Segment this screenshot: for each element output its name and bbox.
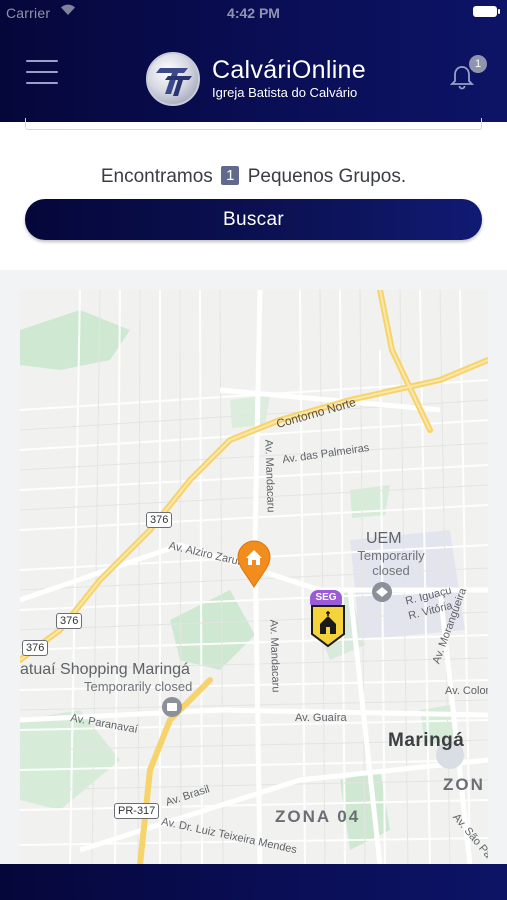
highway-shield: 376 [56, 613, 83, 629]
hamburger-menu-button[interactable] [26, 60, 58, 86]
result-prefix: Encontramos [100, 166, 213, 187]
result-count-badge: 1 [221, 166, 240, 185]
search-panel: Encontramos 1 Pequenos Grupos. Buscar [0, 118, 507, 270]
poi-shopping-name: atuaí Shopping Maringá [20, 661, 190, 678]
map-view[interactable]: Contorno Norte Av. das Palmeiras Av. Man… [20, 290, 488, 865]
highway-shield: PR-317 [114, 803, 160, 819]
app-logo: CalváriOnline Igreja Batista do Calvário [146, 52, 386, 106]
church-marker-icon[interactable]: SEG [310, 590, 346, 648]
road-label: Av. Mandacaru [262, 439, 277, 513]
highway-shield: 376 [22, 640, 49, 656]
status-bar: Carrier 4:42 PM [0, 0, 507, 28]
notification-count-badge: 1 [469, 55, 487, 73]
filter-input[interactable] [25, 118, 482, 130]
battery-icon [473, 6, 500, 17]
result-summary: Encontramos 1 Pequenos Grupos. [0, 166, 507, 188]
logo-badge-icon [146, 52, 200, 106]
poi-uem-status: Temporarily closed [357, 548, 425, 578]
road-label: Av. Colom [445, 685, 488, 697]
app-subtitle: Igreja Batista do Calvário [212, 85, 358, 100]
app-header: Carrier 4:42 PM CalváriOnline Igreja Bat… [0, 0, 507, 122]
poi-shopping-status: Temporarily closed [84, 679, 193, 694]
road-label: Av. Guaíra [295, 712, 347, 724]
zone-label: ZONA 04 [275, 807, 361, 826]
zone-label: ZON [443, 775, 485, 794]
menu-line-icon [26, 82, 58, 84]
poi-uem-name: UEM [366, 530, 402, 547]
menu-line-icon [26, 71, 58, 73]
status-time: 4:42 PM [227, 5, 280, 21]
highway-shield: 376 [146, 512, 173, 528]
menu-line-icon [26, 60, 58, 62]
search-button[interactable]: Buscar [25, 199, 482, 240]
group-home-marker-icon[interactable] [236, 540, 272, 588]
bottom-bar [0, 864, 507, 900]
app-title: CalváriOnline [212, 56, 366, 84]
city-label: Maringá [388, 730, 465, 751]
road-label: Av. Mandacaru [267, 619, 282, 693]
result-suffix: Pequenos Grupos. [247, 166, 407, 187]
